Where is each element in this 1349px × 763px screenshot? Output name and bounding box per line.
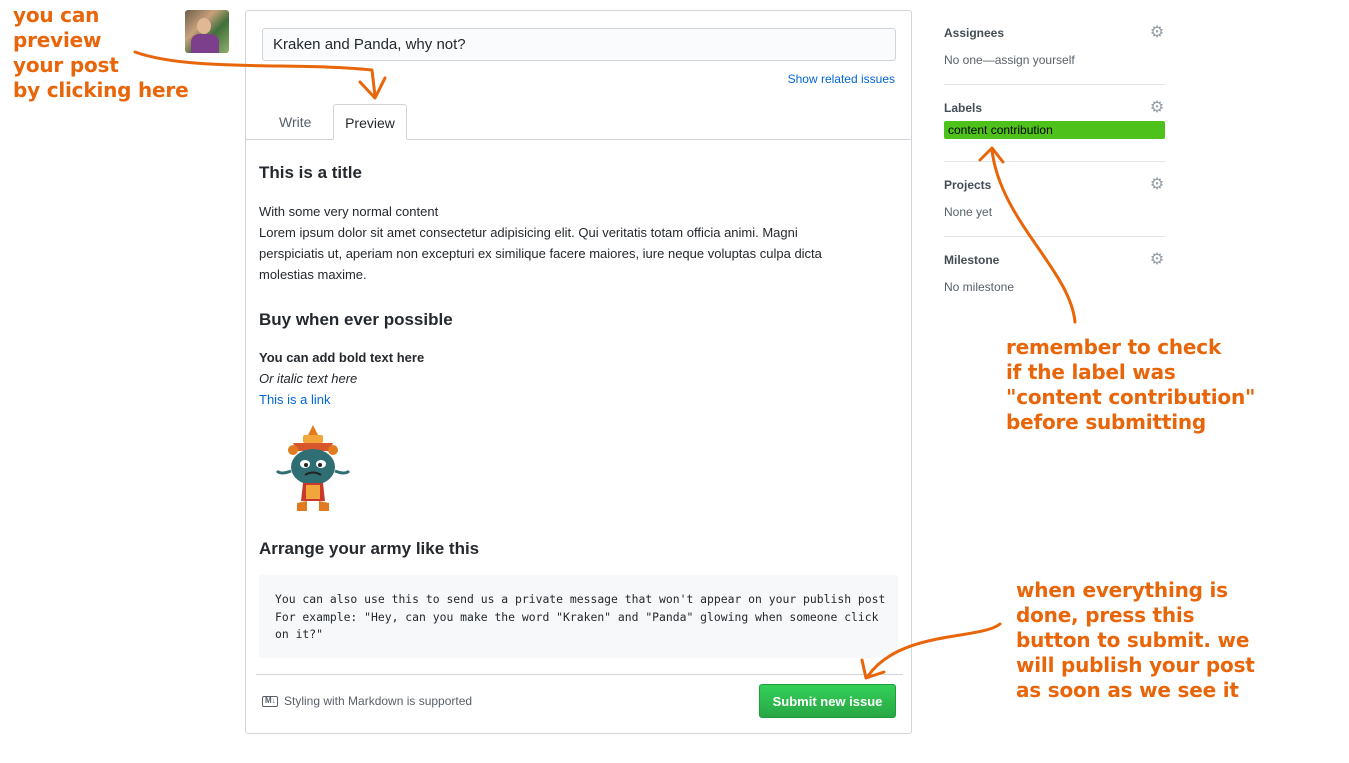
annotation-line: you can — [13, 3, 100, 27]
sidebar-divider — [944, 84, 1165, 85]
annotation-line: preview — [13, 28, 102, 52]
preview-paragraph: With some very normal content Lorem ipsu… — [259, 201, 879, 285]
milestone-title: Milestone — [944, 253, 1000, 267]
assignees-title: Assignees — [944, 26, 1005, 40]
projects-header[interactable]: Projects ⚙ — [944, 177, 1165, 194]
annotation-line: will publish your post — [1016, 653, 1255, 677]
annotation-line: done, press this — [1016, 603, 1195, 627]
kraken-mascot-image — [275, 425, 351, 511]
preview-heading: Arrange your army like this — [259, 539, 480, 558]
code-line: on it?" — [275, 627, 324, 641]
bold-text: You can add bold text here — [259, 350, 425, 365]
gear-icon[interactable]: ⚙ — [1149, 100, 1165, 116]
annotation-line: by clicking here — [13, 78, 189, 102]
markdown-note: M↓ Styling with Markdown is supported — [262, 694, 472, 708]
sidebar-projects: Projects ⚙ None yet — [944, 177, 1165, 220]
sidebar-divider — [944, 236, 1165, 237]
code-line: For example: "Hey, can you make the word… — [275, 609, 879, 624]
milestone-value: No milestone — [944, 280, 1015, 294]
labels-title: Labels — [944, 101, 983, 115]
preview-heading: Buy when ever possible — [259, 310, 453, 329]
label-arrowhead — [978, 146, 1005, 164]
sidebar-milestone: Milestone ⚙ No milestone — [944, 252, 1165, 295]
assignees-header[interactable]: Assignees ⚙ — [944, 25, 1165, 42]
preview-link[interactable]: This is a link — [259, 389, 331, 410]
annotation-line: when everything is — [1016, 578, 1228, 602]
paragraph-line: molestias maxime. — [259, 267, 367, 282]
code-block: You can also use this to send us a priva… — [259, 575, 898, 658]
annotation-line: button to submit. we — [1016, 628, 1250, 652]
annotation-line: as soon as we see it — [1016, 678, 1239, 702]
paragraph-line: With some very normal content — [259, 204, 439, 219]
avatar[interactable] — [185, 10, 229, 53]
annotation-label-hint: remember to check if the label was "cont… — [1006, 335, 1255, 435]
code-line: You can also use this to send us a priva… — [275, 592, 886, 606]
gear-icon[interactable]: ⚙ — [1149, 252, 1165, 268]
projects-title: Projects — [944, 178, 992, 192]
italic-text: Or italic text here — [259, 371, 358, 386]
annotation-line: if the label was — [1006, 360, 1176, 384]
annotation-preview-hint: you can preview your post by clicking he… — [13, 3, 189, 103]
avatar-face — [197, 18, 211, 34]
annotation-line: before submitting — [1006, 410, 1206, 434]
markdown-note-text: Styling with Markdown is supported — [284, 694, 473, 708]
projects-value: None yet — [944, 205, 993, 219]
show-related-issues-link[interactable]: Show related issues — [788, 72, 895, 86]
annotation-submit-hint: when everything is done, press this butt… — [1016, 578, 1255, 703]
annotation-line: "content contribution" — [1006, 385, 1256, 409]
issue-title-input[interactable] — [262, 28, 896, 61]
tab-preview[interactable]: Preview — [333, 104, 407, 140]
milestone-header[interactable]: Milestone ⚙ — [944, 252, 1165, 269]
gear-icon[interactable]: ⚙ — [1149, 25, 1165, 41]
preview-heading: This is a title — [259, 163, 362, 182]
sidebar-assignees: Assignees ⚙ No one—assign yourself — [944, 25, 1165, 68]
avatar-shirt — [191, 34, 219, 53]
assignees-value[interactable]: No one—assign yourself — [944, 53, 1165, 67]
gear-icon[interactable]: ⚙ — [1149, 177, 1165, 193]
labels-header[interactable]: Labels ⚙ — [944, 100, 1165, 117]
sidebar-divider — [944, 161, 1165, 162]
paragraph-line: perspiciatis ut, aperiam non excepturi e… — [259, 246, 822, 261]
submit-new-issue-button[interactable]: Submit new issue — [759, 684, 896, 718]
annotation-line: remember to check — [1006, 335, 1222, 359]
footer-divider — [256, 674, 903, 675]
new-issue-form: Show related issues Write Preview This i… — [245, 10, 912, 734]
label-chip-content-contribution[interactable]: content contribution — [944, 121, 1165, 139]
annotation-line: your post — [13, 53, 119, 77]
sidebar-labels: Labels ⚙ content contribution — [944, 100, 1165, 139]
markdown-icon: M↓ — [262, 695, 278, 707]
paragraph-line: Lorem ipsum dolor sit amet consectetur a… — [259, 225, 798, 240]
tab-write[interactable]: Write — [267, 104, 323, 140]
